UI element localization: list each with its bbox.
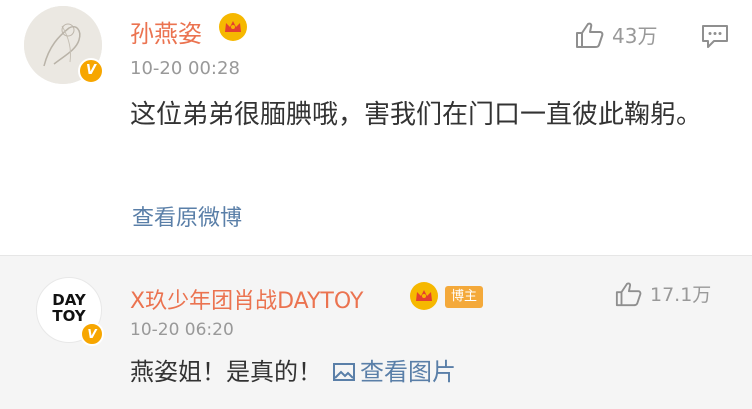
like-count: 43万 — [612, 24, 658, 48]
like-count: 17.1万 — [650, 284, 712, 306]
verified-v-icon: V — [78, 58, 104, 84]
comment-time: 10-20 06:20 — [130, 320, 234, 340]
comment-time: 10-20 00:28 — [130, 58, 240, 79]
thumbs-up-icon — [615, 282, 642, 306]
thumbs-up-icon — [576, 22, 604, 48]
username[interactable]: X玖少年团肖战DAYTOY — [130, 283, 363, 315]
image-icon — [333, 363, 355, 381]
comment-text-row: 燕姿姐！是真的！ 查看图片 — [130, 354, 456, 390]
comment-text: 这位弟弟很腼腆哦，害我们在门口一直彼此鞠躬。 — [130, 100, 703, 130]
comment-main: V 孙燕姿 10-20 00:28 43万 这位弟弟很腼腆哦，害我们在门口一直彼… — [0, 0, 752, 255]
crown-icon — [218, 12, 248, 46]
crown-icon — [409, 281, 439, 315]
username[interactable]: 孙燕姿 — [130, 14, 202, 49]
verified-v-icon: V — [80, 322, 104, 346]
reply-icon[interactable] — [700, 22, 730, 54]
view-original-link[interactable]: 查看原微博 — [132, 200, 242, 232]
comment-text: 燕姿姐！是真的！ — [130, 358, 322, 386]
like-button[interactable]: 17.1万 — [614, 280, 711, 307]
avatar-text: DAY — [52, 291, 86, 309]
like-button[interactable]: 43万 — [574, 20, 657, 49]
view-picture-link[interactable]: 查看图片 — [332, 354, 456, 390]
view-picture-label: 查看图片 — [360, 358, 456, 386]
author-badge: 博主 — [445, 286, 484, 308]
